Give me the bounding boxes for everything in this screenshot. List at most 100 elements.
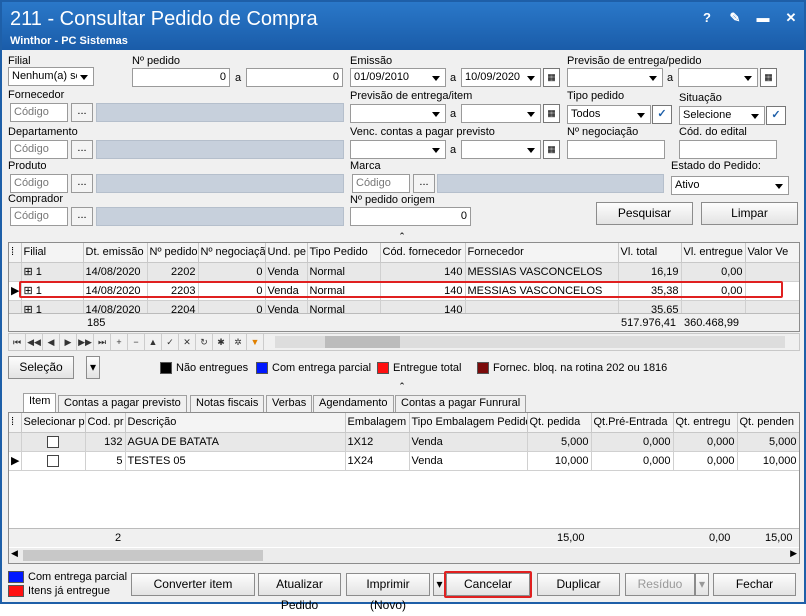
chevron-down-icon[interactable] <box>524 105 539 122</box>
next-page-icon[interactable]: ▶▶ <box>77 334 94 350</box>
calendar-icon[interactable]: ▦ <box>543 104 560 123</box>
splitter-handle[interactable]: ⌃ <box>286 232 518 241</box>
refresh-icon[interactable]: ↻ <box>196 334 213 350</box>
col-header[interactable]: Fornecedor <box>465 243 619 263</box>
cancel-icon[interactable]: ✕ <box>179 334 196 350</box>
col-header[interactable]: Vl. entregue <box>681 243 746 263</box>
prev-item-to-input[interactable] <box>461 104 541 123</box>
col-header[interactable]: Selecionar p <box>21 413 86 433</box>
produto-code-input[interactable]: Código <box>10 174 68 193</box>
prev-page-icon[interactable]: ◀◀ <box>26 334 43 350</box>
chevron-down-icon[interactable] <box>646 69 661 86</box>
scroll-left-icon[interactable]: ◀ <box>11 548 18 559</box>
tipo-pedido-select[interactable]: Todos <box>567 105 651 124</box>
fornecedor-search-button[interactable]: ... <box>71 103 93 122</box>
col-header[interactable]: Qt. pedida <box>527 413 592 433</box>
selecao-button[interactable]: Seleção <box>8 356 74 379</box>
goto-bookmark-icon[interactable]: ✲ <box>230 334 247 350</box>
prev-record-icon[interactable]: ◀ <box>43 334 60 350</box>
scroll-thumb[interactable] <box>325 336 400 348</box>
chevron-down-icon[interactable]: ▾ <box>86 356 100 379</box>
duplicar-button[interactable]: Duplicar <box>537 573 620 596</box>
atualizar-pedido-button[interactable]: Atualizar Pedido <box>258 573 341 612</box>
tab-contas-pagar[interactable]: Contas a pagar previsto <box>58 395 187 412</box>
col-header[interactable]: Tipo Embalagem Pedido <box>409 413 528 433</box>
prev-pedido-from-input[interactable] <box>567 68 663 87</box>
minimize-icon[interactable]: ▬ <box>756 10 770 26</box>
nped-to-input[interactable]: 0 <box>246 68 343 87</box>
tab-verbas[interactable]: Verbas <box>266 395 313 412</box>
cod-edital-input[interactable] <box>679 140 777 159</box>
fornecedor-code-input[interactable]: Código <box>10 103 68 122</box>
chevron-down-icon[interactable] <box>429 105 444 122</box>
chevron-down-icon[interactable] <box>524 141 539 158</box>
table-row[interactable]: ▶ 5 TESTES 05 1X24 Venda 10,000 0,000 0,… <box>9 451 799 471</box>
horizontal-scrollbar[interactable]: ◀ ▶ <box>9 548 799 563</box>
bookmark-icon[interactable]: ✱ <box>213 334 230 350</box>
col-header[interactable]: Tipo Pedido <box>307 243 381 263</box>
last-record-icon[interactable]: ⏭ <box>94 334 111 350</box>
venc-from-input[interactable] <box>350 140 446 159</box>
col-header[interactable]: Nº negociaçã <box>198 243 266 263</box>
limpar-button[interactable]: Limpar <box>701 202 798 225</box>
col-header[interactable]: Cod. pr <box>85 413 126 433</box>
post-icon[interactable]: ✓ <box>162 334 179 350</box>
insert-icon[interactable]: + <box>111 334 128 350</box>
col-header[interactable]: Valor Ve <box>745 243 799 263</box>
chevron-down-icon[interactable] <box>429 141 444 158</box>
chevron-down-icon[interactable] <box>429 69 444 86</box>
expand-icon[interactable]: ⊞ <box>24 266 33 278</box>
col-header[interactable]: Und. pe <box>265 243 308 263</box>
nped-origem-input[interactable]: 0 <box>350 207 471 226</box>
tab-notas-fiscais[interactable]: Notas fiscais <box>190 395 265 412</box>
calendar-icon[interactable]: ▦ <box>543 140 560 159</box>
venc-to-input[interactable] <box>461 140 541 159</box>
comprador-search-button[interactable]: ... <box>71 207 93 226</box>
edit-icon[interactable]: ▲ <box>145 334 162 350</box>
calendar-icon[interactable]: ▦ <box>543 68 560 87</box>
row-checkbox[interactable] <box>47 454 59 467</box>
chevron-down-icon[interactable]: ▾ <box>695 573 709 596</box>
checkmark-icon[interactable]: ✓ <box>652 105 672 124</box>
help-icon[interactable]: ? <box>700 10 714 26</box>
comprador-code-input[interactable]: Código <box>10 207 68 226</box>
col-header[interactable]: Vl. total <box>618 243 682 263</box>
fechar-button[interactable]: Fechar <box>713 573 796 596</box>
nneg-input[interactable] <box>567 140 665 159</box>
splitter-handle[interactable]: ⌃ <box>286 382 518 391</box>
col-header[interactable]: Qt. penden <box>737 413 799 433</box>
departamento-search-button[interactable]: ... <box>71 140 93 159</box>
col-header[interactable]: Qt.Pré-Entrada <box>591 413 674 433</box>
converter-item-button[interactable]: Converter item <box>131 573 255 596</box>
emissao-from-input[interactable]: 01/09/2010 <box>350 68 446 87</box>
imprimir-button[interactable]: Imprimir (Novo) <box>346 573 430 612</box>
col-header[interactable]: Qt. entregu <box>673 413 738 433</box>
tab-funrural[interactable]: Contas a pagar Funrural <box>395 395 527 412</box>
chevron-down-icon[interactable] <box>524 69 539 86</box>
marca-search-button[interactable]: ... <box>413 174 435 193</box>
checkmark-icon[interactable]: ✓ <box>766 106 786 125</box>
filial-select[interactable]: Nenhum(a) se <box>8 67 94 86</box>
horizontal-scrollbar[interactable] <box>275 336 785 348</box>
nped-from-input[interactable]: 0 <box>132 68 230 87</box>
delete-icon[interactable]: − <box>128 334 145 350</box>
marca-code-input[interactable]: Código <box>352 174 410 193</box>
scroll-thumb[interactable] <box>23 550 263 561</box>
col-header[interactable]: Descrição <box>125 413 346 433</box>
next-record-icon[interactable]: ▶ <box>60 334 77 350</box>
tab-agendamento[interactable]: Agendamento <box>313 395 394 412</box>
col-header[interactable]: Embalagem <box>345 413 410 433</box>
close-icon[interactable]: ✕ <box>784 10 798 26</box>
residuo-button[interactable]: Resíduo <box>625 573 695 596</box>
estado-select[interactable]: Ativo <box>671 176 789 195</box>
col-header[interactable]: Filial <box>21 243 84 263</box>
chevron-down-icon[interactable] <box>741 69 756 86</box>
departamento-code-input[interactable]: Código <box>10 140 68 159</box>
prev-pedido-to-input[interactable] <box>678 68 758 87</box>
col-header[interactable]: Cód. fornecedor <box>380 243 466 263</box>
pesquisar-button[interactable]: Pesquisar <box>596 202 693 225</box>
prev-item-from-input[interactable] <box>350 104 446 123</box>
col-header[interactable]: Nº pedido <box>147 243 199 263</box>
first-record-icon[interactable]: ⏮ <box>9 334 26 350</box>
situacao-select[interactable]: Selecione <box>679 106 765 125</box>
